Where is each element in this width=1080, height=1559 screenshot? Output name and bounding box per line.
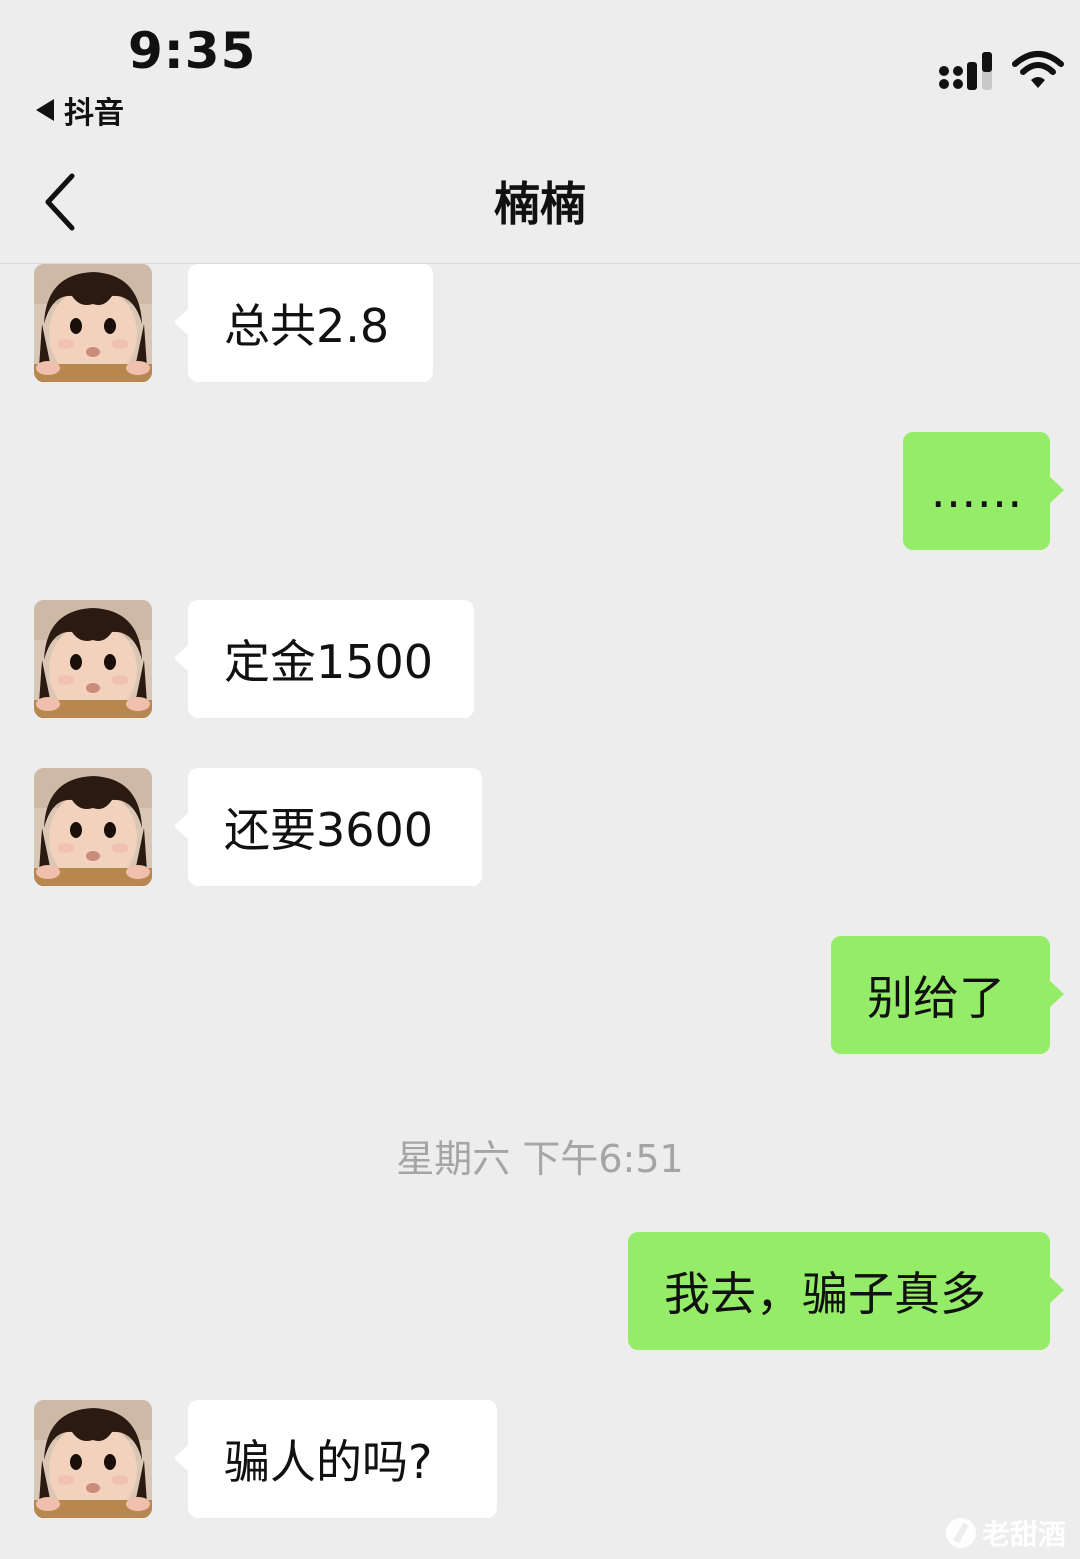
wifi-icon: [1012, 51, 1064, 88]
chat-timestamp: 星期六 下午6:51: [396, 1137, 684, 1181]
incoming-message-bubble[interactable]: 骗人的吗?: [174, 1400, 497, 1518]
watermark: 老甜酒: [945, 1513, 1066, 1553]
contact-avatar[interactable]: [34, 264, 152, 382]
incoming-message-bubble[interactable]: 还要3600: [174, 768, 482, 886]
outgoing-message-bubble[interactable]: 我去，骗子真多: [628, 1232, 1064, 1350]
chat-title: 楠楠: [494, 177, 586, 231]
back-triangle-icon: [36, 99, 54, 121]
contact-avatar[interactable]: [34, 1400, 152, 1518]
incoming-message-bubble[interactable]: 定金1500: [174, 600, 474, 718]
watermark-logo-icon: [945, 1518, 976, 1548]
contact-avatar[interactable]: [34, 768, 152, 886]
outgoing-message-bubble[interactable]: ……: [903, 432, 1064, 550]
back-app-label: 抖音: [64, 96, 124, 131]
outgoing-message-bubble[interactable]: 别给了: [831, 936, 1064, 1054]
watermark-text: 老甜酒: [981, 1518, 1066, 1551]
back-to-app-link[interactable]: 抖音: [36, 88, 124, 132]
incoming-message-bubble[interactable]: 总共2.8: [174, 264, 433, 382]
status-bar: 9:35 抖音: [0, 0, 1080, 140]
signal-bars-icon: [939, 52, 992, 90]
contact-avatar[interactable]: [34, 600, 152, 718]
chat-header: 楠楠: [0, 140, 1080, 264]
status-time: 9:35: [128, 22, 257, 80]
